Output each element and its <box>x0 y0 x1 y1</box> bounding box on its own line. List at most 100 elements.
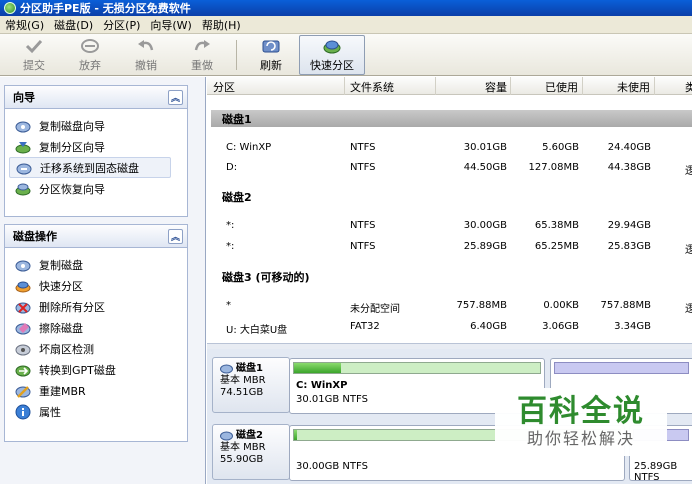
column-divider[interactable] <box>435 77 436 95</box>
checkmark-icon <box>24 37 44 55</box>
quick-partition-icon <box>15 278 31 294</box>
left-panel: 向导 ︽ 复制磁盘向导 复制分区向导 迁移系统到固态磁盘 分区恢复向导 磁盘操作… <box>0 77 206 484</box>
cell-used: 65.25MB <box>534 241 579 252</box>
wizard-copy-disk-label: 复制磁盘向导 <box>39 119 105 133</box>
usage-bar <box>554 362 689 374</box>
cell-capacity: 30.01GB <box>463 142 507 153</box>
table-row[interactable]: C: WinXP NTFS 30.01GB 5.60GB 24.40GB <box>207 138 692 158</box>
table-row[interactable]: *: NTFS 25.89GB 65.25MB 25.83GB 逻 <box>207 237 692 257</box>
disk-icon <box>220 364 233 374</box>
cell-partition: U: 大白菜U盘 <box>226 325 288 336</box>
discard-button[interactable]: 放弃 <box>62 35 118 75</box>
table-row[interactable]: *: NTFS 30.00GB 65.38MB 29.94GB <box>207 216 692 236</box>
op-convert-gpt-label: 转换到GPT磁盘 <box>39 363 116 377</box>
op-properties-label: 属性 <box>39 405 61 419</box>
cell-unused: 3.34GB <box>614 321 651 332</box>
disk1-header[interactable]: 磁盘1 <box>211 110 692 127</box>
op-wipe-disk[interactable]: 擦除磁盘 <box>5 317 187 338</box>
properties-icon <box>15 404 31 420</box>
cell-capacity: 44.50GB <box>463 162 507 173</box>
disk2-header[interactable]: 磁盘2 <box>211 188 692 205</box>
cell-capacity: 25.89GB <box>463 241 507 252</box>
col-partition[interactable]: 分区 <box>213 79 235 95</box>
cell-type: 逻 <box>685 304 692 315</box>
col-type[interactable]: 类 <box>685 79 692 95</box>
partition-desc: 30.01GB NTFS <box>296 394 368 405</box>
column-divider[interactable] <box>344 77 345 95</box>
table-row[interactable]: D: NTFS 44.50GB 127.08MB 44.38GB 逻 <box>207 158 692 178</box>
op-bad-sector-check-label: 坏扇区检测 <box>39 342 94 356</box>
collapse-up-icon[interactable]: ︽ <box>168 228 183 244</box>
disk-ops-group-title: 磁盘操作 <box>13 230 57 243</box>
wizard-migrate-ssd-label: 迁移系统到固态磁盘 <box>40 161 139 175</box>
diskmap-disk2-card[interactable]: 磁盘2 基本 MBR 55.90GB <box>212 424 290 480</box>
refresh-button[interactable]: 刷新 <box>243 35 299 75</box>
op-quick-partition-label: 快速分区 <box>39 279 83 293</box>
undo-button[interactable]: 撤销 <box>118 35 174 75</box>
cell-used: 0.00KB <box>543 300 579 311</box>
refresh-label: 刷新 <box>260 58 282 72</box>
cell-type: 逻 <box>685 245 692 256</box>
disk-ops-group-header[interactable]: 磁盘操作 ︽ <box>5 225 187 248</box>
diskmap-disk1-size: 74.51GB <box>220 387 264 398</box>
redo-label: 重做 <box>191 58 213 72</box>
op-rebuild-mbr-label: 重建MBR <box>39 384 86 398</box>
cell-filesystem: NTFS <box>350 142 376 153</box>
commit-button[interactable]: 提交 <box>6 35 62 75</box>
op-quick-partition[interactable]: 快速分区 <box>5 275 187 296</box>
table-row[interactable]: U: 大白菜U盘 FAT32 6.40GB 3.06GB 3.34GB <box>207 317 692 337</box>
cell-partition: D: <box>226 162 238 173</box>
menu-general[interactable]: 常规(G) <box>0 17 49 33</box>
watermark-subtitle: 助你轻松解决 <box>526 429 635 448</box>
wizard-partition-recovery[interactable]: 分区恢复向导 <box>5 178 187 199</box>
wipe-disk-icon <box>15 320 31 336</box>
cell-capacity: 30.00GB <box>463 220 507 231</box>
cell-unused: 44.38GB <box>607 162 651 173</box>
partition-desc: 30.00GB NTFS <box>296 461 368 472</box>
undo-icon <box>136 37 156 55</box>
col-filesystem[interactable]: 文件系统 <box>350 79 394 95</box>
cell-filesystem: 未分配空间 <box>350 304 400 315</box>
wizard-copy-partition-label: 复制分区向导 <box>39 140 105 154</box>
wizard-group-header[interactable]: 向导 ︽ <box>5 86 187 109</box>
diskmap-disk1-card[interactable]: 磁盘1 基本 MBR 74.51GB <box>212 357 290 413</box>
wizard-copy-partition[interactable]: 复制分区向导 <box>5 136 187 157</box>
op-properties[interactable]: 属性 <box>5 401 187 422</box>
menu-partition[interactable]: 分区(P) <box>98 17 145 33</box>
op-rebuild-mbr[interactable]: 重建MBR <box>5 380 187 401</box>
wizard-migrate-ssd[interactable]: 迁移系统到固态磁盘 <box>9 157 171 178</box>
undo-label: 撤销 <box>135 58 157 72</box>
table-header: 分区 文件系统 容量 已使用 未使用 类 <box>207 77 692 95</box>
disk3-header[interactable]: 磁盘3 (可移动的) <box>211 268 692 285</box>
wizard-group-title: 向导 <box>13 91 35 104</box>
quick-partition-button[interactable]: 快速分区 <box>299 34 365 75</box>
cell-partition: C: WinXP <box>226 142 272 153</box>
op-copy-disk-label: 复制磁盘 <box>39 258 83 272</box>
op-copy-disk[interactable]: 复制磁盘 <box>5 254 187 275</box>
table-row[interactable]: * 未分配空间 757.88MB 0.00KB 757.88MB 逻 <box>207 296 692 316</box>
column-divider[interactable] <box>510 77 511 95</box>
app-icon <box>4 2 16 14</box>
cell-filesystem: FAT32 <box>350 321 380 332</box>
column-divider[interactable] <box>582 77 583 95</box>
op-convert-gpt[interactable]: 转换到GPT磁盘 <box>5 359 187 380</box>
redo-icon <box>192 37 212 55</box>
column-divider[interactable] <box>654 77 655 95</box>
bad-sector-icon <box>15 341 31 357</box>
partition-name: C: WinXP <box>296 380 348 391</box>
redo-button[interactable]: 重做 <box>174 35 230 75</box>
op-delete-all-partitions[interactable]: 删除所有分区 <box>5 296 187 317</box>
menu-help[interactable]: 帮助(H) <box>197 17 246 33</box>
col-capacity[interactable]: 容量 <box>479 79 507 95</box>
cell-unused: 757.88MB <box>600 300 651 311</box>
cell-partition: *: <box>226 241 235 252</box>
collapse-up-icon[interactable]: ︽ <box>168 89 183 105</box>
disk3-title: 磁盘3 (可移动的) <box>222 270 310 284</box>
col-used[interactable]: 已使用 <box>540 79 578 95</box>
op-bad-sector-check[interactable]: 坏扇区检测 <box>5 338 187 359</box>
quick-partition-label: 快速分区 <box>310 58 354 72</box>
menu-disk[interactable]: 磁盘(D) <box>49 17 98 33</box>
menu-wizard[interactable]: 向导(W) <box>145 17 196 33</box>
wizard-copy-disk[interactable]: 复制磁盘向导 <box>5 115 187 136</box>
col-unused[interactable]: 未使用 <box>612 79 650 95</box>
